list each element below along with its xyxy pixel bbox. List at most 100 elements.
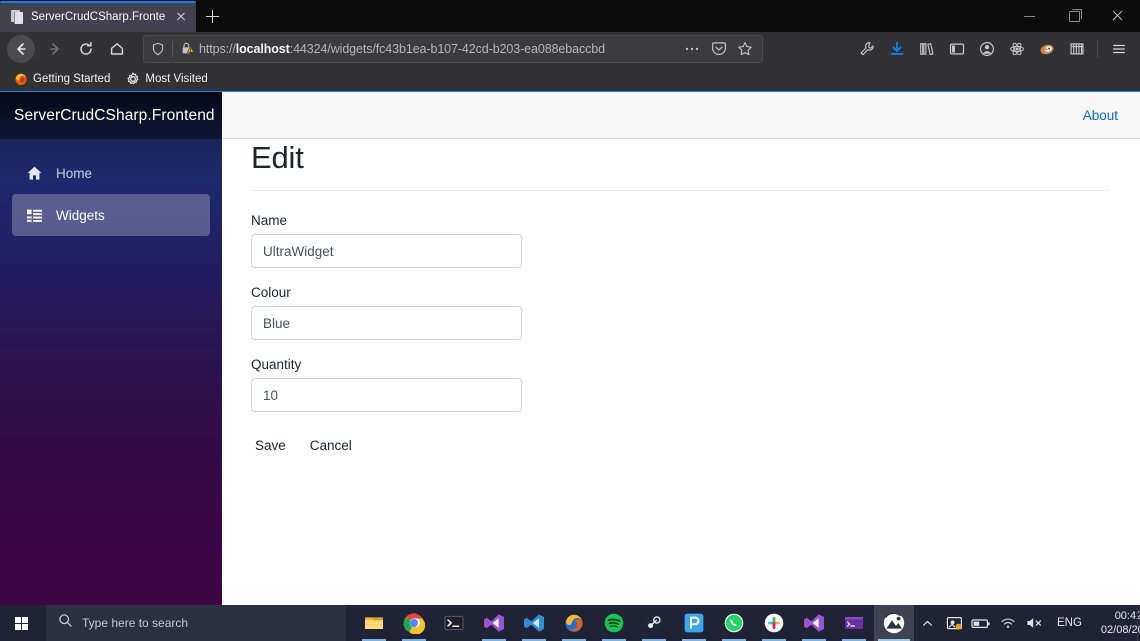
- battery-icon[interactable]: [968, 605, 994, 641]
- about-link[interactable]: About: [1083, 108, 1118, 123]
- ellipsis-icon[interactable]: [680, 36, 706, 62]
- firefox-icon: [14, 72, 28, 86]
- wrench-icon[interactable]: [852, 35, 881, 63]
- list-grid-icon: [26, 207, 43, 224]
- tab-close-icon[interactable]: [172, 8, 190, 26]
- window-controls: [1008, 0, 1140, 31]
- taskbar-app-vs-code[interactable]: [514, 605, 554, 641]
- home-icon[interactable]: [102, 35, 132, 63]
- bookmark-most-visited[interactable]: Most Visited: [120, 70, 213, 88]
- chevron-up-icon[interactable]: [914, 605, 940, 641]
- sidebar-item-widgets[interactable]: Widgets: [12, 194, 210, 236]
- cancel-button[interactable]: Cancel: [306, 436, 356, 455]
- home-icon: [26, 165, 43, 182]
- taskbar-app-slack[interactable]: [754, 605, 794, 641]
- sidebar-item-home[interactable]: Home: [12, 152, 210, 194]
- new-tab-button[interactable]: [198, 1, 228, 32]
- tab-title: ServerCrudCSharp.Frontend: [31, 10, 165, 23]
- language-indicator[interactable]: ENG: [1049, 617, 1090, 629]
- colour-input[interactable]: [251, 306, 522, 341]
- tab-strip: ServerCrudCSharp.Frontend: [0, 0, 1140, 32]
- taskbar-app-steam[interactable]: [634, 605, 674, 641]
- onedrive-sync-icon[interactable]: [941, 605, 967, 641]
- react-devtools-icon[interactable]: [1002, 35, 1031, 63]
- name-input[interactable]: [251, 234, 522, 269]
- bookmark-label: Most Visited: [145, 72, 208, 85]
- form-group-name: Name: [251, 213, 1110, 269]
- account-icon[interactable]: [972, 35, 1001, 63]
- app-menu-icon[interactable]: [1104, 35, 1133, 63]
- form-group-quantity: Quantity: [251, 357, 1110, 413]
- taskbar-app-firefox[interactable]: [554, 605, 594, 641]
- app-content: About Edit Name Colour Quantity: [222, 92, 1140, 605]
- bookmarks-toolbar: Getting Started Most Visited: [0, 66, 1140, 92]
- toolbar-icons: [852, 35, 1133, 63]
- insecure-warning-lock-icon[interactable]: [177, 36, 199, 62]
- windows-taskbar: Type here to search ENG 00:42 02/08/2: [0, 605, 1140, 641]
- sidebar-nav: Home Widgets: [0, 139, 222, 236]
- taskbar-search[interactable]: Type here to search: [46, 605, 346, 641]
- form-actions: Save Cancel: [251, 436, 1110, 455]
- sidebar-icon[interactable]: [942, 35, 971, 63]
- edit-form-container: Edit Name Colour Quantity Save Cancel: [222, 92, 1140, 455]
- app-topbar: About: [222, 92, 1140, 139]
- grid-extension-icon[interactable]: [1062, 35, 1091, 63]
- taskbar-app-command-prompt[interactable]: [834, 605, 874, 641]
- divider: [172, 41, 173, 57]
- gear-icon: [126, 71, 140, 86]
- pocket-icon[interactable]: [706, 36, 732, 62]
- taskbar-app-visual-studio-2[interactable]: [794, 605, 834, 641]
- downloads-icon[interactable]: [882, 35, 911, 63]
- volume-muted-icon[interactable]: [1022, 605, 1048, 641]
- minimize-button[interactable]: [1008, 0, 1052, 31]
- sidebar-item-label: Home: [56, 165, 93, 181]
- app-sidebar: ServerCrudCSharp.Frontend Home Widgets: [0, 92, 222, 605]
- bookmark-getting-started[interactable]: Getting Started: [8, 70, 116, 88]
- system-tray: ENG 00:42 02/08/2020 4: [914, 605, 1140, 641]
- form-group-colour: Colour: [251, 285, 1110, 341]
- url-text[interactable]: https://localhost:44324/widgets/fc43b1ea…: [199, 42, 680, 56]
- window-close-button[interactable]: [1096, 0, 1140, 31]
- forward-arrow-icon[interactable]: [40, 35, 70, 63]
- back-arrow-icon[interactable]: [7, 35, 35, 63]
- taskbar-app-google-chrome[interactable]: [394, 605, 434, 641]
- wifi-icon[interactable]: [995, 605, 1021, 641]
- sidebar-item-label: Widgets: [56, 207, 105, 223]
- taskbar-app-visual-studio[interactable]: [474, 605, 514, 641]
- quantity-label: Quantity: [251, 357, 302, 373]
- library-icon[interactable]: [912, 35, 941, 63]
- clock-date: 02/08/2020: [1100, 624, 1140, 636]
- name-label: Name: [251, 213, 288, 229]
- quantity-input[interactable]: [251, 378, 522, 413]
- taskbar-app-terminal[interactable]: [434, 605, 474, 641]
- navigation-toolbar: https://localhost:44324/widgets/fc43b1ea…: [0, 32, 1140, 66]
- save-button[interactable]: Save: [251, 436, 290, 455]
- title-divider: [251, 190, 1110, 192]
- taskbar-apps: [354, 605, 914, 641]
- bookmark-label: Getting Started: [33, 72, 111, 85]
- restore-button[interactable]: [1052, 0, 1096, 31]
- brand-bar: ServerCrudCSharp.Frontend: [0, 92, 222, 139]
- taskbar-app-whatsapp[interactable]: [714, 605, 754, 641]
- bookmark-star-icon[interactable]: [732, 36, 758, 62]
- clock[interactable]: 00:42 02/08/2020: [1091, 609, 1140, 637]
- tracking-protection-shield-icon[interactable]: [144, 36, 172, 62]
- windows-start-icon[interactable]: [0, 605, 46, 641]
- screen: ServerCrudCSharp.Frontend https://localh…: [0, 0, 1140, 641]
- reload-icon[interactable]: [71, 35, 101, 63]
- app-brand-title[interactable]: ServerCrudCSharp.Frontend: [14, 107, 215, 125]
- browser-tab-active[interactable]: ServerCrudCSharp.Frontend: [0, 1, 196, 32]
- page-icon: [9, 9, 24, 24]
- taskbar-app-file-explorer[interactable]: [354, 605, 394, 641]
- taskbar-app-photos[interactable]: [874, 605, 914, 641]
- taskbar-app-postman[interactable]: [674, 605, 714, 641]
- search-icon: [58, 613, 73, 633]
- web-page: ServerCrudCSharp.Frontend Home Widgets A…: [0, 92, 1140, 605]
- colour-label: Colour: [251, 285, 291, 301]
- address-bar[interactable]: https://localhost:44324/widgets/fc43b1ea…: [143, 35, 763, 63]
- search-placeholder: Type here to search: [82, 616, 189, 630]
- fox-extension-icon[interactable]: [1032, 35, 1061, 63]
- divider: [1097, 40, 1098, 58]
- page-title: Edit: [251, 140, 304, 175]
- taskbar-app-spotify[interactable]: [594, 605, 634, 641]
